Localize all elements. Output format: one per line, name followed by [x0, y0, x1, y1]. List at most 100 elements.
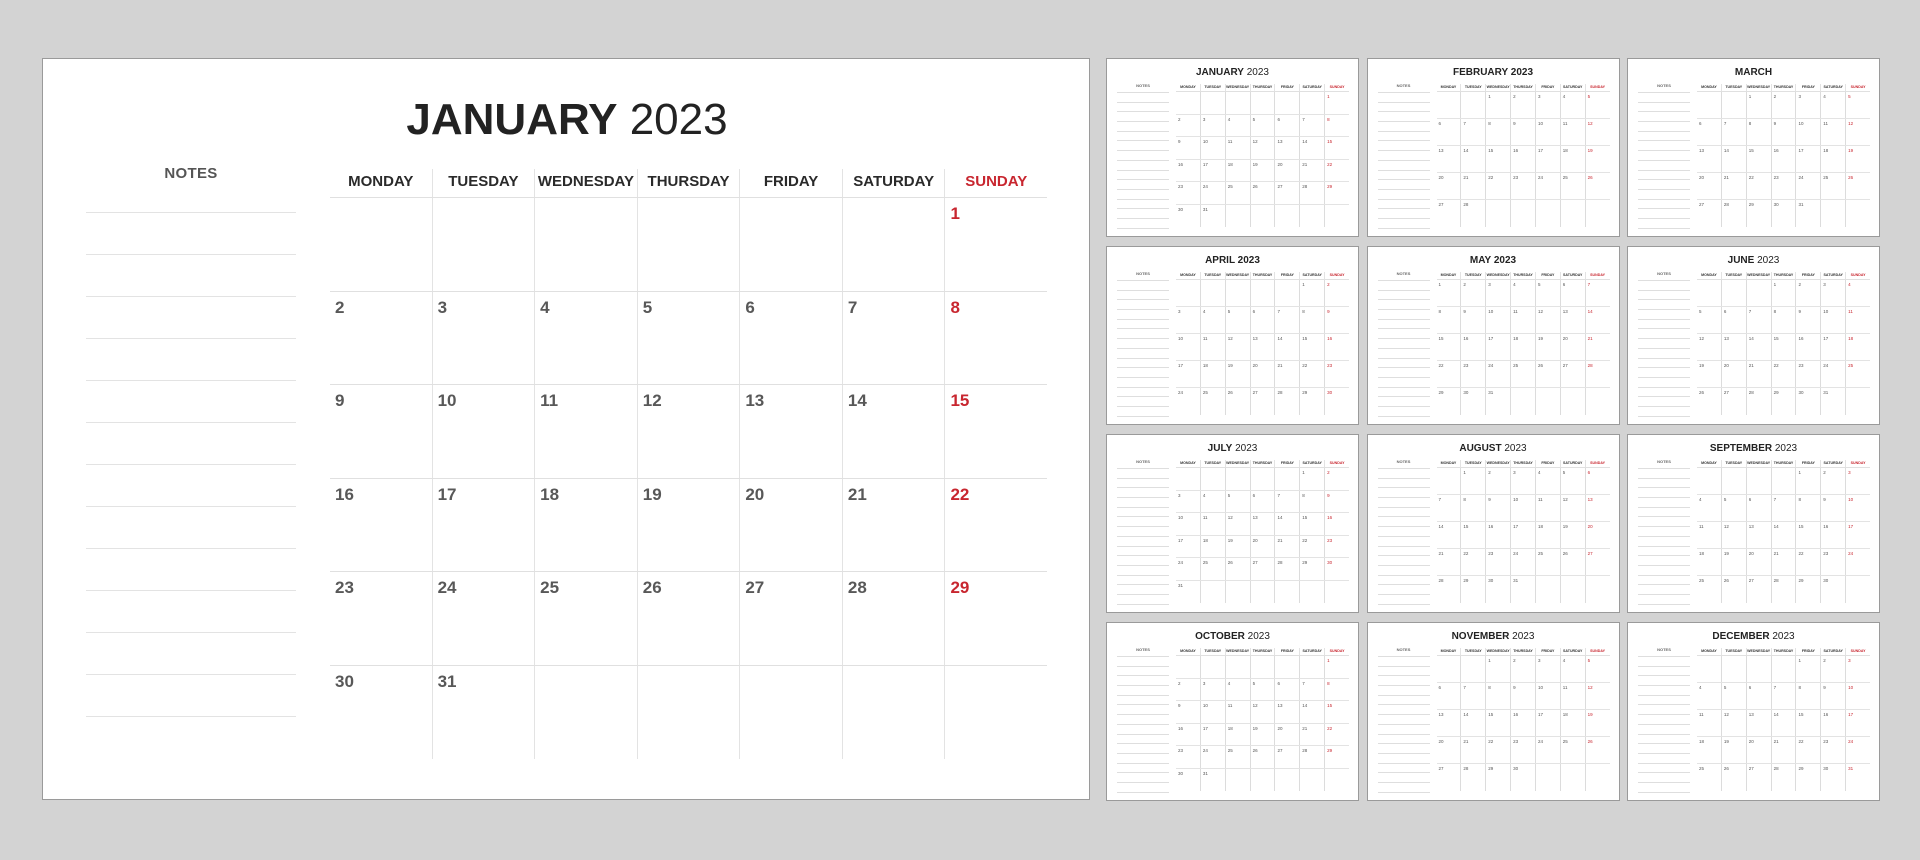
day-cell-20[interactable]: 20	[739, 478, 842, 571]
week-row: 1234	[1697, 280, 1870, 307]
day-cell-20: 20	[1745, 737, 1771, 763]
day-cell-2: 2	[1324, 280, 1349, 306]
day-cell-11[interactable]: 11	[534, 385, 637, 478]
weekday-header-saturday: SATURDAY	[1299, 460, 1324, 467]
empty-day-cell[interactable]	[330, 198, 432, 291]
notes-line	[1377, 347, 1430, 358]
day-cell-22[interactable]: 22	[944, 478, 1047, 571]
month-thumbnail-september[interactable]: SEPTEMBER 2023 NOTES MONDAY TUESDAY WEDNESDA…	[1627, 434, 1880, 613]
notes-line[interactable]	[86, 338, 296, 380]
day-cell-18[interactable]: 18	[534, 478, 637, 571]
day-cell-3[interactable]: 3	[431, 291, 535, 384]
empty-day-cell	[1249, 656, 1275, 678]
notes-line	[1117, 227, 1169, 238]
day-cell-26[interactable]: 26	[636, 572, 740, 665]
day-cell-24: 24	[1178, 390, 1184, 395]
empty-day-cell[interactable]	[841, 198, 945, 291]
notes-line	[1638, 791, 1690, 802]
day-cell-21: 21	[1438, 551, 1444, 556]
weekday-header-friday: FRIDAY	[1274, 460, 1299, 467]
day-cell-28[interactable]: 28	[841, 572, 945, 665]
day-cell-4[interactable]: 4	[534, 291, 637, 384]
day-cell-5[interactable]: 5	[636, 291, 740, 384]
month-thumbnail-october[interactable]: OCTOBER 2023 NOTES MONDAY TUESDAY WEDNESDAY T…	[1106, 622, 1359, 801]
day-cell-23[interactable]: 23	[330, 572, 432, 665]
empty-day-cell[interactable]	[534, 665, 637, 759]
notes-line[interactable]	[86, 506, 296, 548]
day-cell-11: 11	[1199, 334, 1225, 360]
day-cell-9[interactable]: 9	[330, 385, 432, 478]
empty-day-cell[interactable]	[534, 198, 637, 291]
notes-line[interactable]	[86, 716, 296, 758]
day-cell-25[interactable]: 25	[534, 572, 637, 665]
day-cell-14[interactable]: 14	[841, 385, 945, 478]
month-thumbnail-june[interactable]: JUNE 2023 NOTES MONDAY TUESDAY WEDNESDAY THUR…	[1627, 246, 1880, 425]
day-cell-20: 20	[1249, 361, 1275, 387]
day-cell-8[interactable]: 8	[944, 291, 1047, 384]
empty-day-cell[interactable]	[841, 665, 945, 759]
notes-line[interactable]	[86, 632, 296, 674]
month-thumbnail-july[interactable]: JULY 2023 NOTES MONDAY TUESDAY WEDNESDAY THUR…	[1106, 434, 1359, 613]
weekday-header-thursday: THURSDAY	[1249, 460, 1275, 467]
month-name: JANUARY	[1196, 67, 1244, 78]
month-grid: MONDAY TUESDAY WEDNESDAY THURSDAY FRIDAY SATU…	[1176, 272, 1349, 415]
day-cell-7[interactable]: 7	[841, 291, 945, 384]
day-cell-27[interactable]: 27	[739, 572, 842, 665]
day-cell-15[interactable]: 15	[944, 385, 1047, 478]
day-cell-15: 15	[1795, 710, 1820, 736]
notes-line[interactable]	[86, 464, 296, 506]
day-cell-21[interactable]: 21	[841, 478, 945, 571]
day-cell-30[interactable]: 30	[330, 666, 432, 760]
month-thumbnail-december[interactable]: DECEMBER 2023 NOTES MONDAY TUESDAY WEDNESDAY…	[1627, 622, 1880, 801]
month-grid: MONDAY TUESDAY WEDNESDAY THURSDAY FRIDAY SATU…	[1697, 460, 1870, 603]
month-thumbnail-april[interactable]: APRIL 2023 NOTES MONDAY TUESDAY WEDNESDAY THU…	[1106, 246, 1359, 425]
day-cell-12[interactable]: 12	[636, 385, 740, 478]
day-cell-29[interactable]: 29	[944, 572, 1047, 665]
weekday-header-friday: FRIDAY	[1795, 460, 1820, 467]
day-cell-24: 24	[1534, 737, 1560, 763]
month-year: 2023	[1769, 631, 1795, 642]
notes-line	[1117, 694, 1169, 705]
day-cell-13[interactable]: 13	[739, 385, 842, 478]
empty-day-cell[interactable]	[431, 198, 535, 291]
notes-line[interactable]	[86, 212, 296, 254]
day-cell-2[interactable]: 2	[330, 292, 432, 385]
week-row: 12345	[1697, 92, 1870, 119]
empty-day-cell	[1324, 204, 1349, 227]
notes-line[interactable]	[86, 674, 296, 716]
notes-line[interactable]	[86, 380, 296, 422]
empty-day-cell[interactable]	[636, 198, 740, 291]
empty-day-cell[interactable]	[636, 665, 740, 759]
day-cell-31[interactable]: 31	[431, 665, 535, 759]
day-cell-10[interactable]: 10	[431, 385, 535, 478]
day-cell-28: 28	[1299, 182, 1324, 204]
empty-day-cell	[1224, 204, 1250, 227]
empty-day-cell[interactable]	[739, 665, 842, 759]
day-cell-29: 29	[1745, 200, 1771, 227]
day-cell-1[interactable]: 1	[944, 198, 1047, 291]
main-calendar-year: 2023	[629, 95, 728, 144]
day-cell-24[interactable]: 24	[431, 572, 535, 665]
day-cell-6[interactable]: 6	[739, 291, 842, 384]
month-thumbnail-may[interactable]: MAY 2023 NOTES MONDAY TUESDAY WEDNESDAY THURS…	[1366, 246, 1620, 425]
day-cell-16[interactable]: 16	[330, 479, 432, 572]
month-thumbnail-november[interactable]: NOVEMBER 2023 NOTES MONDAY TUESDAY WEDNESDAY…	[1366, 622, 1620, 801]
notes-line[interactable]	[86, 254, 296, 296]
month-thumbnail-january[interactable]: JANUARY 2023 NOTES MONDAY TUESDAY WEDNESDAY T…	[1106, 58, 1359, 237]
month-thumbnail-august[interactable]: AUGUST 2023 NOTES MONDAY TUESDAY WEDNESDAY TH…	[1366, 434, 1620, 613]
empty-day-cell[interactable]	[739, 198, 842, 291]
month-thumbnail-march[interactable]: MARCH NOTES MONDAY TUESDAY WEDNESDAY THURSDAY…	[1627, 58, 1880, 237]
notes-line[interactable]	[86, 548, 296, 590]
day-cell-17[interactable]: 17	[431, 478, 535, 571]
notes-line[interactable]	[86, 296, 296, 338]
empty-day-cell[interactable]	[944, 665, 1047, 759]
notes-line[interactable]	[86, 422, 296, 464]
month-thumbnail-february[interactable]: FEBRUARY 2023 NOTES MONDAY TUESDAY WEDNESDAY…	[1366, 58, 1620, 237]
notes-section: NOTES	[1117, 647, 1169, 801]
day-cell-19[interactable]: 19	[636, 478, 740, 571]
day-cell-11: 11	[1199, 513, 1225, 535]
notes-line	[1377, 357, 1430, 368]
day-cell-30: 30	[1485, 576, 1510, 603]
notes-line[interactable]	[86, 590, 296, 632]
empty-day-cell	[1584, 200, 1610, 227]
